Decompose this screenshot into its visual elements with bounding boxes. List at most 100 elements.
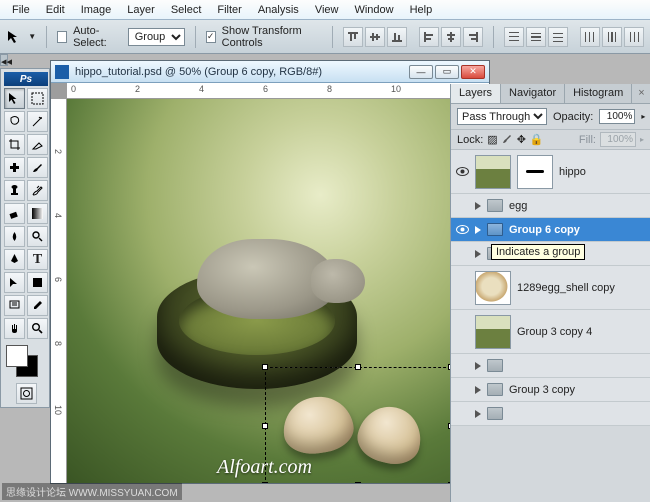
visibility-icon[interactable] bbox=[455, 165, 469, 179]
panel-close-icon[interactable]: × bbox=[632, 84, 650, 103]
expand-icon[interactable] bbox=[475, 410, 481, 418]
opacity-field[interactable] bbox=[599, 109, 635, 124]
shape-tool[interactable] bbox=[27, 272, 48, 293]
group-row-tooltip[interactable]: Indicates a group bbox=[451, 242, 650, 266]
eraser-tool[interactable] bbox=[4, 203, 25, 224]
expand-icon[interactable] bbox=[475, 202, 481, 210]
color-swatches[interactable] bbox=[4, 343, 48, 379]
pen-tool[interactable] bbox=[4, 249, 25, 270]
layer-name[interactable]: Group 6 copy bbox=[509, 224, 580, 236]
menu-layer[interactable]: Layer bbox=[119, 2, 163, 18]
layer-thumb[interactable] bbox=[475, 271, 511, 305]
healing-tool[interactable] bbox=[4, 157, 25, 178]
tab-layers[interactable]: Layers bbox=[451, 84, 501, 103]
lock-all-icon[interactable]: 🔒 bbox=[530, 133, 544, 146]
distribute-hcenter-icon[interactable] bbox=[602, 27, 622, 47]
visibility-toggle[interactable] bbox=[455, 407, 469, 421]
layer-group3copy4[interactable]: Group 3 copy 4 bbox=[451, 310, 650, 354]
handle-top-left[interactable] bbox=[262, 364, 268, 370]
canvas[interactable]: Alfoart.com bbox=[67, 99, 489, 483]
group-3-copy[interactable]: Group 3 copy bbox=[451, 378, 650, 402]
blend-mode-dropdown[interactable]: Pass Through bbox=[457, 108, 547, 125]
menu-view[interactable]: View bbox=[307, 2, 347, 18]
layer-eggshell[interactable]: 1289egg_shell copy bbox=[451, 266, 650, 310]
options-handle-icon[interactable]: ◂◂ bbox=[0, 54, 8, 66]
dodge-tool[interactable] bbox=[27, 226, 48, 247]
maximize-button[interactable]: ▭ bbox=[435, 65, 459, 79]
group-6-copy[interactable]: Group 6 copy bbox=[451, 218, 650, 242]
group-egg[interactable]: egg bbox=[451, 194, 650, 218]
menu-file[interactable]: File bbox=[4, 2, 38, 18]
show-transform-checkbox[interactable]: ✓ bbox=[206, 31, 216, 43]
lasso-tool[interactable] bbox=[4, 111, 25, 132]
layer-name[interactable]: egg bbox=[509, 200, 527, 212]
gradient-tool[interactable] bbox=[27, 203, 48, 224]
visibility-toggle[interactable] bbox=[455, 383, 469, 397]
group-row-last[interactable] bbox=[451, 402, 650, 426]
expand-icon[interactable] bbox=[475, 250, 481, 258]
group-row[interactable] bbox=[451, 354, 650, 378]
minimize-button[interactable]: — bbox=[409, 65, 433, 79]
hand-tool[interactable] bbox=[4, 318, 25, 339]
align-top-icon[interactable] bbox=[343, 27, 363, 47]
fill-flyout-icon[interactable]: ▸ bbox=[640, 135, 644, 144]
stamp-tool[interactable] bbox=[4, 180, 25, 201]
menu-help[interactable]: Help bbox=[402, 2, 441, 18]
layer-list[interactable]: hippo egg Group 6 copy Indicates a group… bbox=[451, 150, 650, 426]
handle-mid-left[interactable] bbox=[262, 423, 268, 429]
expand-icon[interactable] bbox=[475, 386, 481, 394]
type-tool[interactable]: T bbox=[27, 249, 48, 270]
notes-tool[interactable] bbox=[4, 295, 25, 316]
ruler-horizontal[interactable]: 0 2 4 6 8 10 12 bbox=[67, 83, 489, 99]
slice-tool[interactable] bbox=[27, 134, 48, 155]
lock-position-icon[interactable]: ✥ bbox=[517, 133, 526, 146]
menu-image[interactable]: Image bbox=[73, 2, 120, 18]
wand-tool[interactable] bbox=[27, 111, 48, 132]
align-right-icon[interactable] bbox=[463, 27, 483, 47]
visibility-toggle[interactable] bbox=[455, 247, 469, 261]
ruler-vertical[interactable]: 2 4 6 8 10 bbox=[51, 99, 67, 483]
chevron-down-icon[interactable]: ▼ bbox=[28, 32, 36, 41]
close-button[interactable]: ✕ bbox=[461, 65, 485, 79]
move-tool[interactable] bbox=[4, 88, 25, 109]
align-hcenter-icon[interactable] bbox=[441, 27, 461, 47]
auto-select-checkbox[interactable] bbox=[57, 31, 67, 43]
visibility-toggle[interactable] bbox=[455, 281, 469, 295]
mask-thumb[interactable] bbox=[517, 155, 553, 189]
menu-analysis[interactable]: Analysis bbox=[250, 2, 307, 18]
quick-mask-toggle[interactable] bbox=[4, 381, 48, 404]
handle-bot-mid[interactable] bbox=[355, 482, 361, 483]
marquee-tool[interactable] bbox=[27, 88, 48, 109]
foreground-color-swatch[interactable] bbox=[6, 345, 28, 367]
distribute-right-icon[interactable] bbox=[624, 27, 644, 47]
menu-filter[interactable]: Filter bbox=[209, 2, 249, 18]
visibility-toggle[interactable] bbox=[455, 199, 469, 213]
blur-tool[interactable] bbox=[4, 226, 25, 247]
handle-bot-left[interactable] bbox=[262, 482, 268, 483]
visibility-toggle[interactable] bbox=[455, 359, 469, 373]
lock-transparent-icon[interactable]: ▨ bbox=[487, 133, 497, 146]
layer-name[interactable]: hippo bbox=[559, 166, 586, 178]
lock-pixels-icon[interactable] bbox=[502, 134, 513, 145]
menu-window[interactable]: Window bbox=[346, 2, 401, 18]
zoom-tool[interactable] bbox=[27, 318, 48, 339]
document-titlebar[interactable]: hippo_tutorial.psd @ 50% (Group 6 copy, … bbox=[51, 61, 489, 83]
auto-select-dropdown[interactable]: Group bbox=[128, 28, 185, 46]
menu-edit[interactable]: Edit bbox=[38, 2, 73, 18]
layer-name[interactable]: 1289egg_shell copy bbox=[517, 282, 615, 294]
distribute-vcenter-icon[interactable] bbox=[526, 27, 546, 47]
distribute-top-icon[interactable] bbox=[504, 27, 524, 47]
brush-tool[interactable] bbox=[27, 157, 48, 178]
crop-tool[interactable] bbox=[4, 134, 25, 155]
expand-icon[interactable] bbox=[475, 362, 481, 370]
fill-field[interactable] bbox=[600, 132, 636, 147]
visibility-icon[interactable] bbox=[455, 223, 469, 237]
layer-hippo[interactable]: hippo bbox=[451, 150, 650, 194]
tab-navigator[interactable]: Navigator bbox=[501, 84, 565, 103]
eyedropper-tool[interactable] bbox=[27, 295, 48, 316]
history-brush-tool[interactable] bbox=[27, 180, 48, 201]
layer-name[interactable]: Group 3 copy bbox=[509, 384, 575, 396]
path-select-tool[interactable] bbox=[4, 272, 25, 293]
distribute-left-icon[interactable] bbox=[580, 27, 600, 47]
layer-thumb[interactable] bbox=[475, 315, 511, 349]
